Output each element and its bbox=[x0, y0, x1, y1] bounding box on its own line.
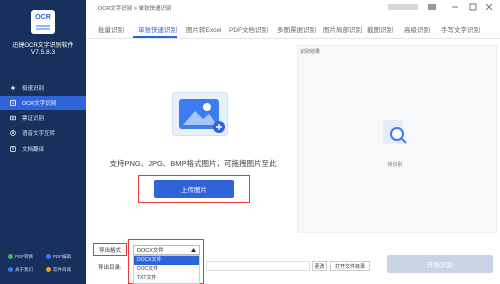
change-dir-button[interactable]: 更改 bbox=[312, 261, 327, 271]
export-format-select[interactable]: DOCX文件 bbox=[133, 245, 200, 255]
tab-single-fast[interactable]: 单张快速识别 bbox=[138, 24, 177, 34]
sidebar-item-ticket[interactable]: 票证识别 bbox=[0, 111, 86, 125]
sidebar-item-label: 票证识别 bbox=[22, 116, 45, 122]
format-option-txt[interactable]: TXT文件 bbox=[134, 274, 199, 283]
sidebar: OCR 迅捷OCR文字识别软件 V7.5.8.3 极速识别 OCR文字识别 票证… bbox=[0, 0, 86, 284]
upload-dropzone[interactable] bbox=[98, 45, 288, 233]
chevron-up-icon bbox=[191, 248, 196, 252]
app-name: 迅捷OCR文字识别软件 bbox=[12, 43, 74, 49]
breadcrumb-separator: > bbox=[133, 6, 137, 12]
microphone-icon bbox=[10, 130, 16, 136]
about-link[interactable]: 关于我们 bbox=[8, 267, 33, 273]
tab-advanced[interactable]: 高级识别 bbox=[404, 24, 430, 34]
tab-batch[interactable]: 批量识别 bbox=[98, 24, 124, 34]
upload-image-button[interactable]: 上传图片 bbox=[154, 180, 234, 198]
search-document-icon bbox=[383, 120, 407, 144]
maximize-icon[interactable] bbox=[469, 3, 477, 11]
pdf-convert-icon bbox=[8, 254, 13, 260]
breadcrumb: OCR文字识别 > 单张快速识别 bbox=[98, 4, 172, 12]
tab-bar: 批量识别 单张快速识别 图片转Excel PDF文档识别 多图票据识别 图片局部… bbox=[86, 19, 500, 39]
translate-icon bbox=[10, 146, 16, 152]
active-tab-indicator bbox=[133, 36, 177, 38]
logo-text: OCR bbox=[35, 14, 51, 21]
format-option-docx[interactable]: DOCX文件 bbox=[134, 256, 199, 265]
image-icon bbox=[179, 99, 225, 133]
store-icon bbox=[46, 267, 51, 273]
sidebar-item-translate[interactable]: 文档翻译 bbox=[0, 142, 86, 156]
open-dir-button[interactable]: 打开文件目录 bbox=[330, 261, 370, 271]
output-path-input[interactable] bbox=[206, 261, 310, 271]
sidebar-item-ocr[interactable]: OCR文字识别 bbox=[0, 96, 86, 110]
pdf-edit-icon bbox=[46, 254, 51, 260]
pdf-convert-link[interactable]: PDF转换 bbox=[8, 254, 33, 260]
start-recognition-button[interactable]: 开始识别 bbox=[387, 255, 493, 273]
sidebar-item-fast-recognition[interactable]: 极速识别 bbox=[0, 81, 86, 95]
format-options-list: DOCX文件 DOC文件 TXT文件 bbox=[133, 255, 200, 284]
sidebar-item-label: 文档翻译 bbox=[22, 147, 45, 153]
tab-handwriting[interactable]: 手写文字识别 bbox=[441, 24, 480, 34]
tab-partial-image[interactable]: 图片局部识别 bbox=[323, 24, 362, 34]
sidebar-item-speech[interactable]: 语音文字互转 bbox=[0, 126, 86, 140]
breadcrumb-item[interactable]: OCR文字识别 bbox=[98, 6, 132, 12]
selected-format: DOCX文件 bbox=[137, 248, 164, 254]
export-format-label: 导出格式 bbox=[98, 247, 121, 254]
tab-multi-receipt[interactable]: 多图票据识别 bbox=[277, 24, 316, 34]
export-format-label-highlight: 导出格式 bbox=[93, 243, 127, 256]
menu-icon[interactable] bbox=[428, 4, 436, 10]
user-info-blurred bbox=[388, 4, 418, 10]
store-label: 软件商城 bbox=[53, 267, 71, 272]
app-window: OCR 迅捷OCR文字识别软件 V7.5.8.3 极速识别 OCR文字识别 票证… bbox=[0, 0, 500, 284]
bolt-icon bbox=[10, 85, 16, 91]
sidebar-item-label: 语音文字互转 bbox=[22, 131, 56, 137]
upload-hint-text: 支持PNG、JPG、BMP格式图片，可拖拽图片至此 bbox=[109, 159, 277, 168]
pdf-edit-link[interactable]: PDF编辑 bbox=[46, 254, 71, 260]
close-icon[interactable] bbox=[485, 3, 493, 11]
tab-screenshot[interactable]: 截图识别 bbox=[367, 24, 393, 34]
tab-pdf-recognition[interactable]: PDF文档识别 bbox=[229, 24, 268, 34]
app-logo: OCR bbox=[31, 10, 55, 34]
output-dir-label: 导出目录: bbox=[98, 265, 122, 271]
breadcrumb-current: 单张快速识别 bbox=[138, 6, 172, 12]
pdf-convert-label: PDF转换 bbox=[15, 254, 33, 259]
app-version: V7.5.8.3 bbox=[30, 49, 56, 56]
ticket-icon bbox=[10, 115, 16, 121]
window-controls bbox=[388, 3, 493, 11]
ocr-icon bbox=[10, 100, 16, 106]
info-icon bbox=[8, 267, 13, 273]
store-link[interactable]: 软件商城 bbox=[46, 267, 71, 273]
sidebar-item-label: OCR文字识别 bbox=[22, 101, 57, 107]
pdf-edit-label: PDF编辑 bbox=[53, 254, 71, 259]
about-label: 关于我们 bbox=[15, 267, 33, 272]
image-upload-illustration bbox=[172, 92, 228, 136]
tab-image-to-excel[interactable]: 图片转Excel bbox=[186, 24, 221, 34]
result-title: 识别结果 bbox=[300, 49, 321, 55]
sidebar-item-label: 极速识别 bbox=[22, 86, 45, 92]
result-empty-text: 待识别 bbox=[387, 162, 403, 168]
format-option-doc[interactable]: DOC文件 bbox=[134, 265, 199, 274]
